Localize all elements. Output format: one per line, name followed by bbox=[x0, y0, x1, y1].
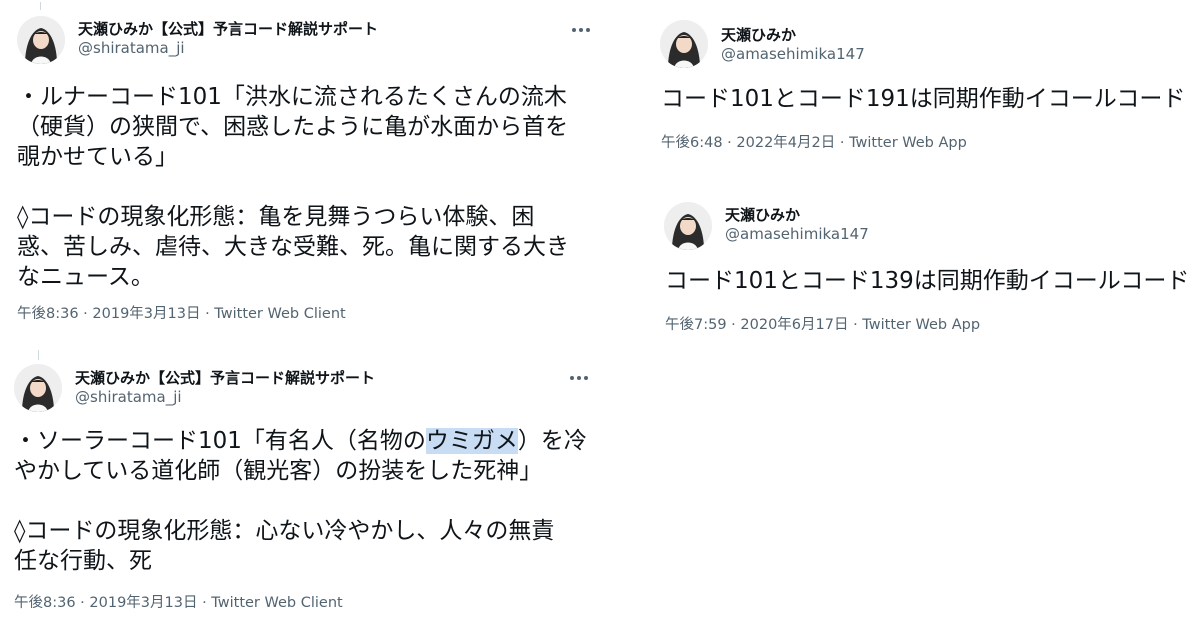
tweet-text-line: ・ソーラーコード101「有名人（名物のウミガメ）を冷 bbox=[14, 426, 587, 456]
avatar-icon[interactable] bbox=[14, 364, 62, 412]
tweet-text-line: 任な行動、死 bbox=[14, 548, 152, 574]
tweet-text-line: ・ルナーコード101「洪水に流されるたくさんの流木 bbox=[17, 84, 567, 110]
tweet-text-line: コード101とコード191は同期作動イコールコード bbox=[661, 86, 1186, 112]
author-name[interactable]: 天瀬ひみか【公式】予言コード解説サポート bbox=[75, 367, 375, 388]
tweet-meta[interactable]: 午後6:48 · 2022年4月2日 · Twitter Web App bbox=[661, 131, 967, 152]
avatar-icon[interactable] bbox=[660, 20, 708, 68]
more-options-icon[interactable] bbox=[570, 373, 592, 383]
tweet-text-line: ◊コードの現象化形態：亀を見舞うつらい体験、困 bbox=[17, 204, 535, 230]
tweet-text: ・ソーラーコード101「有名人（名物のウミガメ）を冷 やかしている道化師（観光客… bbox=[14, 426, 587, 576]
author-name[interactable]: 天瀬ひみか【公式】予言コード解説サポート bbox=[78, 18, 378, 39]
tweet-text-line: （硬貨）の狭間で、困惑したように亀が水面から首を bbox=[17, 114, 569, 140]
tweet-meta[interactable]: 午後7:59 · 2020年6月17日 · Twitter Web App bbox=[665, 313, 980, 334]
tweet-text: コード101とコード139は同期作動イコールコード bbox=[665, 266, 1189, 296]
author-handle[interactable]: @amasehimika147 bbox=[725, 225, 869, 243]
tweet-meta[interactable]: 午後8:36 · 2019年3月13日 · Twitter Web Client bbox=[14, 591, 343, 612]
more-options-icon[interactable] bbox=[572, 25, 594, 35]
tweet-text-line: 覗かせている」 bbox=[17, 144, 178, 170]
tweet-text-line: やかしている道化師（観光客）の扮装をした死神」 bbox=[14, 458, 543, 484]
author-handle[interactable]: @shiratama_ji bbox=[75, 388, 182, 406]
tweet-3[interactable]: 天瀬ひみか @amasehimika147 コード101とコード191は同期作動… bbox=[640, 0, 1200, 170]
highlighted-text: ウミガメ bbox=[425, 428, 518, 454]
avatar-icon[interactable] bbox=[664, 202, 712, 250]
thread-line bbox=[38, 350, 39, 360]
tweet-text-segment: ）を冷 bbox=[517, 428, 587, 454]
author-name[interactable]: 天瀬ひみか bbox=[721, 24, 796, 45]
tweet-text: ・ルナーコード101「洪水に流されるたくさんの流木 （硬貨）の狭間で、困惑したよ… bbox=[17, 82, 569, 292]
author-handle[interactable]: @amasehimika147 bbox=[721, 45, 865, 63]
tweet-text-line: コード101とコード139は同期作動イコールコード bbox=[665, 268, 1190, 294]
tweet-text-segment: ・ソーラーコード101「有名人（名物の bbox=[14, 428, 426, 454]
avatar-icon[interactable] bbox=[17, 16, 65, 64]
tweet-2[interactable]: 天瀬ひみか【公式】予言コード解説サポート @shiratama_ji ・ソーラー… bbox=[0, 340, 600, 630]
tweet-text: コード101とコード191は同期作動イコールコード bbox=[661, 84, 1185, 114]
thread-line bbox=[40, 2, 41, 10]
author-handle[interactable]: @shiratama_ji bbox=[78, 39, 185, 57]
tweet-text-line: ◊コードの現象化形態：心ない冷やかし、人々の無責 bbox=[14, 518, 555, 544]
author-name[interactable]: 天瀬ひみか bbox=[725, 204, 800, 225]
tweet-4[interactable]: 天瀬ひみか @amasehimika147 コード101とコード139は同期作動… bbox=[640, 190, 1200, 340]
tweet-1[interactable]: 天瀬ひみか【公式】予言コード解説サポート @shiratama_ji ・ルナーコ… bbox=[0, 0, 600, 330]
tweet-text-line: 惑、苦しみ、虐待、大きな受難、死。亀に関する大き bbox=[17, 234, 569, 260]
tweet-meta[interactable]: 午後8:36 · 2019年3月13日 · Twitter Web Client bbox=[17, 302, 346, 323]
tweet-text-line: なニュース。 bbox=[17, 264, 154, 290]
